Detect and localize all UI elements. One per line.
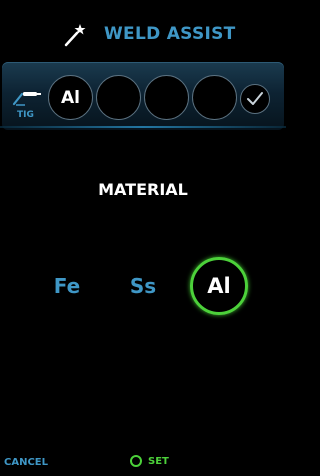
header: WELD ASSIST (0, 0, 286, 62)
material-option-al-selected[interactable]: Al (190, 257, 248, 315)
material-heading: MATERIAL (98, 180, 188, 199)
sequence-slot-1[interactable]: Al (48, 75, 93, 120)
material-option-ss[interactable]: Ss (115, 258, 171, 314)
process-label: TIG (17, 110, 34, 120)
process-bar-divider (0, 126, 286, 128)
set-label: SET (148, 455, 169, 467)
set-button[interactable]: SET (130, 454, 169, 468)
cancel-button[interactable]: CANCEL (4, 457, 48, 468)
checkmark-icon (247, 92, 263, 105)
sequence-slot-3[interactable] (144, 75, 189, 120)
material-option-fe[interactable]: Fe (39, 258, 95, 314)
sequence-slot-4[interactable] (192, 75, 237, 120)
page-title: WELD ASSIST (104, 24, 236, 44)
confirm-button[interactable] (240, 84, 270, 114)
tig-torch-icon (12, 92, 41, 106)
magic-wand-icon (64, 24, 86, 47)
sequence-slot-2[interactable] (96, 75, 141, 120)
set-indicator-icon (130, 455, 142, 467)
